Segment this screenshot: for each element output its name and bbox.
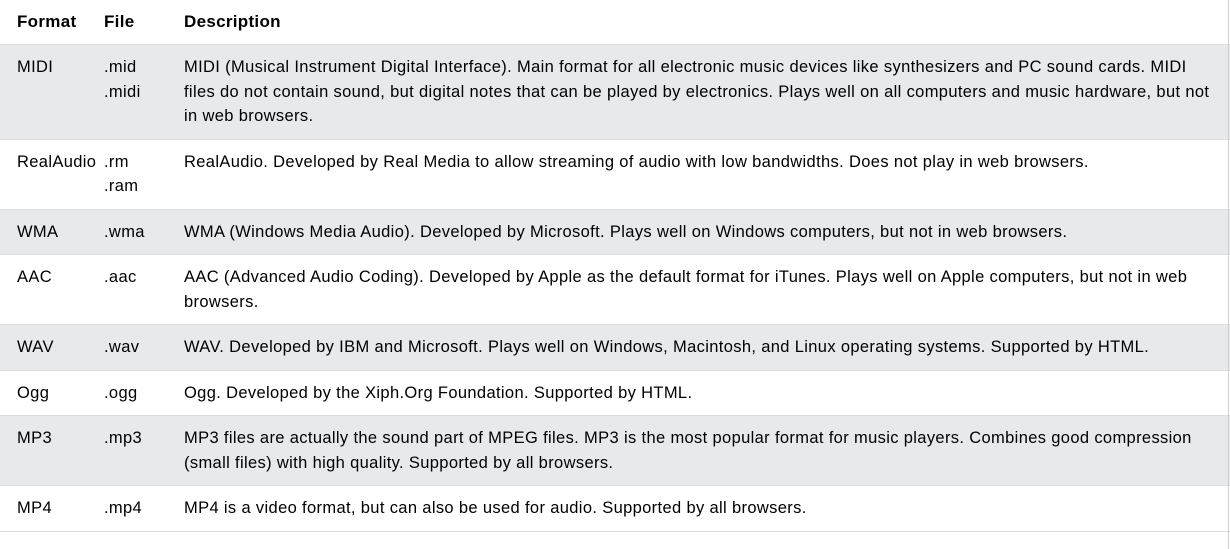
description-cell: MIDI (Musical Instrument Digital Interfa…	[166, 44, 1230, 140]
description-cell: MP3 files are actually the sound part of…	[166, 415, 1230, 486]
description-cell: MP4 is a video format, but can also be u…	[166, 485, 1230, 532]
description-cell: RealAudio. Developed by Real Media to al…	[166, 139, 1230, 210]
file-extension-cell: .wma	[101, 209, 166, 255]
file-extension: .wav	[104, 338, 140, 356]
table-body: MIDI .mid .midi MIDI (Musical Instrument Di…	[0, 44, 1230, 532]
file-extension: .mid	[104, 58, 137, 76]
format-cell: Ogg	[0, 370, 101, 416]
format-cell: MIDI	[0, 44, 101, 140]
description-cell: AAC (Advanced Audio Coding). Developed b…	[166, 254, 1230, 325]
format-cell: AAC	[0, 254, 101, 325]
format-cell: WMA	[0, 209, 101, 255]
table-header-row: Format File Description	[0, 0, 1230, 45]
file-extension: .ram	[104, 177, 139, 195]
format-cell: MP3	[0, 415, 101, 486]
description-cell: WAV. Developed by IBM and Microsoft. Pla…	[166, 324, 1230, 371]
table-row: AAC .aac AAC (Advanced Audio Coding). Deve…	[0, 254, 1230, 325]
right-border-line	[1228, 0, 1229, 549]
table-row: MIDI .mid .midi MIDI (Musical Instrument Di…	[0, 44, 1230, 140]
file-extension-cell: .aac	[101, 254, 166, 325]
format-cell: WAV	[0, 324, 101, 371]
file-extension: .ogg	[104, 383, 138, 402]
file-extension: .wma	[104, 222, 145, 241]
table-row: RealAudio .rm .ram RealAudio. Developed by …	[0, 139, 1230, 210]
column-header-file: File	[101, 0, 166, 45]
file-extension-cell: .wav	[101, 324, 166, 371]
column-header-description: Description	[166, 0, 1230, 45]
table-row: MP4 .mp4 MP4 is a video format, but can al…	[0, 485, 1230, 532]
file-extension-cell: .rm .ram	[101, 139, 166, 210]
file-extension-cell: .mid .midi	[101, 44, 166, 140]
file-extension: .midi	[104, 82, 141, 101]
description-cell: WMA (Windows Media Audio). Developed by …	[166, 209, 1230, 255]
file-extension-cell: .ogg	[101, 370, 166, 416]
file-extension: .rm	[104, 152, 129, 171]
table-row: MP3 .mp3 MP3 files are actually the sound …	[0, 415, 1230, 486]
column-header-format: Format	[0, 0, 101, 45]
file-extension: .aac	[104, 268, 137, 286]
table-row: WMA .wma WMA (Windows Media Audio). Develo…	[0, 209, 1230, 255]
format-cell: MP4	[0, 485, 101, 532]
description-cell: Ogg. Developed by the Xiph.Org Foundatio…	[166, 370, 1230, 416]
table-row: WAV .wav WAV. Developed by IBM and Microso…	[0, 324, 1230, 371]
file-extension: .mp4	[104, 499, 143, 517]
file-extension-cell: .mp4	[101, 485, 166, 532]
audio-formats-table: Format File Description MIDI .mid .midi MID…	[0, 0, 1230, 532]
table-row: Ogg .ogg Ogg. Developed by the Xiph.Org Fo…	[0, 370, 1230, 416]
file-extension-cell: .mp3	[101, 415, 166, 486]
format-cell: RealAudio	[0, 139, 101, 210]
file-extension: .mp3	[104, 429, 143, 447]
